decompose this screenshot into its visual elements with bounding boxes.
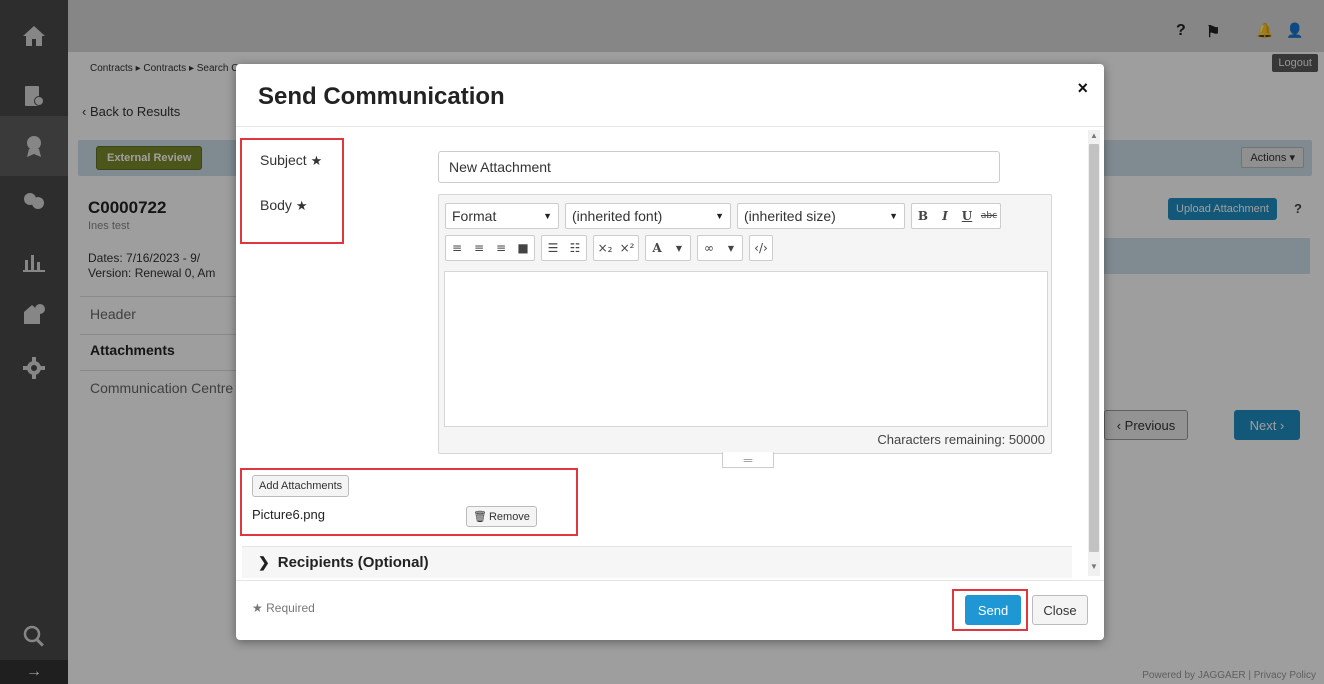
chevron-right-icon: ❯: [258, 554, 270, 570]
subject-input[interactable]: [438, 151, 1000, 183]
body-editor: Format ▼ (inherited font) ▼ (inherited s…: [438, 194, 1052, 454]
source-group: ‹/›: [749, 235, 773, 261]
strikethrough-button[interactable]: abc: [978, 204, 1000, 228]
send-communication-modal: Send Communication × ▲ ▼ Subject ★ Body …: [236, 64, 1104, 640]
add-attachments-button[interactable]: Add Attachments: [252, 475, 350, 497]
close-icon[interactable]: ×: [1077, 78, 1088, 99]
link-group[interactable]: ∞ ▼: [697, 235, 743, 261]
align-justify-icon[interactable]: ■: [512, 236, 534, 260]
send-button[interactable]: Send: [965, 595, 1021, 625]
size-label: (inherited size): [744, 208, 836, 224]
divider: [236, 126, 1104, 127]
scroll-thumb[interactable]: [1089, 144, 1099, 552]
subject-label: Subject ★: [260, 152, 322, 169]
recipients-label: Recipients (Optional): [277, 554, 429, 571]
attachment-file-name: Picture6.png: [252, 507, 325, 522]
size-dropdown[interactable]: (inherited size) ▼: [737, 203, 905, 229]
body-edit-area[interactable]: [444, 271, 1048, 427]
editor-resize-handle[interactable]: ═: [722, 452, 774, 468]
numbered-list-icon[interactable]: ☷: [564, 236, 586, 260]
text-color-group[interactable]: A ▼: [645, 235, 691, 261]
text-color-button[interactable]: A: [646, 236, 668, 260]
required-note-text: Required: [266, 601, 315, 615]
source-code-button[interactable]: ‹/›: [750, 236, 772, 260]
scroll-down-icon[interactable]: ▼: [1090, 562, 1098, 571]
chevron-down-icon: ▼: [715, 211, 724, 221]
text-style-group: B I U abc: [911, 203, 1001, 229]
link-icon[interactable]: ∞: [698, 236, 720, 260]
modal-title: Send Communication: [258, 83, 505, 110]
font-label: (inherited font): [572, 208, 663, 224]
trash-icon: 🗑: [473, 511, 487, 523]
remove-attachment-button[interactable]: 🗑 Remove: [466, 506, 537, 527]
underline-button[interactable]: U: [956, 204, 978, 228]
editor-toolbar-row-2: ≡ ≡ ≡ ■ ☰ ☷ ×₂ ×² A ▼ ∞ ▼ ‹/›: [445, 235, 773, 261]
align-center-icon[interactable]: ≡: [468, 236, 490, 260]
align-right-icon[interactable]: ≡: [490, 236, 512, 260]
subject-label-text: Subject: [260, 152, 307, 168]
font-dropdown[interactable]: (inherited font) ▼: [565, 203, 731, 229]
script-group: ×₂ ×²: [593, 235, 639, 261]
bold-button[interactable]: B: [912, 204, 934, 228]
format-label: Format: [452, 208, 497, 224]
subscript-button[interactable]: ×₂: [594, 236, 616, 260]
italic-button[interactable]: I: [934, 204, 956, 228]
editor-toolbar-row-1: Format ▼ (inherited font) ▼ (inherited s…: [445, 203, 1001, 229]
format-dropdown[interactable]: Format ▼: [445, 203, 559, 229]
body-label-text: Body: [260, 197, 292, 213]
required-star-icon: ★: [295, 198, 308, 213]
required-star-icon: ★: [252, 601, 263, 615]
chevron-down-icon[interactable]: ▼: [668, 236, 690, 260]
characters-remaining: Characters remaining: 50000: [877, 432, 1045, 447]
body-label: Body ★: [260, 197, 307, 214]
bulleted-list-icon[interactable]: ☰: [542, 236, 564, 260]
chevron-down-icon: ▼: [543, 211, 552, 221]
align-group: ≡ ≡ ≡ ■: [445, 235, 535, 261]
close-button[interactable]: Close: [1032, 595, 1088, 625]
list-group: ☰ ☷: [541, 235, 587, 261]
required-note: ★ Required: [252, 601, 315, 615]
superscript-button[interactable]: ×²: [616, 236, 638, 260]
modal-scrollbar[interactable]: ▲ ▼: [1088, 130, 1100, 576]
recipients-toggle[interactable]: ❯ Recipients (Optional): [242, 546, 1072, 578]
divider: [236, 580, 1104, 581]
scroll-up-icon[interactable]: ▲: [1090, 131, 1098, 140]
chevron-down-icon: ▼: [889, 211, 898, 221]
remove-label: Remove: [488, 510, 530, 523]
required-star-icon: ★: [310, 153, 323, 168]
align-left-icon[interactable]: ≡: [446, 236, 468, 260]
chevron-down-icon[interactable]: ▼: [720, 236, 742, 260]
